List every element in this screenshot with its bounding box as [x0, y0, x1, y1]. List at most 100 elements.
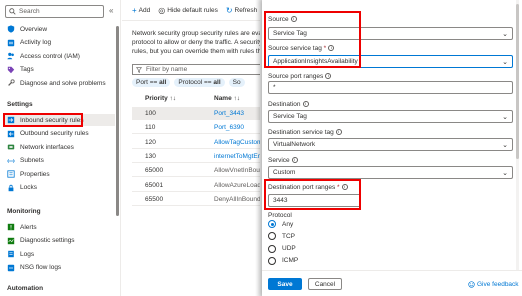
panel-scrollbar-thumb[interactable] — [516, 4, 519, 159]
filter-icon — [136, 66, 142, 73]
activity-log-icon — [7, 39, 15, 47]
sidebar-item-nsg-flow-logs[interactable]: NSG flow logs — [7, 262, 61, 274]
highlight-source — [264, 11, 361, 68]
chevron-down-icon: ⌄ — [502, 142, 508, 149]
sidebar-item-label: Diagnostic settings — [20, 237, 75, 244]
feedback-icon — [468, 281, 475, 288]
protocol-option-label: TCP — [282, 232, 295, 240]
filter-by-name-input[interactable]: Filter by name — [132, 64, 260, 75]
sidebar-item-network-interfaces[interactable]: Network interfaces — [7, 141, 74, 153]
radio-button[interactable] — [268, 220, 276, 228]
sidebar-item-properties[interactable]: Properties — [7, 168, 50, 180]
alert-icon — [7, 223, 15, 231]
rule-name-cell[interactable]: Port_6390 — [214, 124, 244, 131]
sidebar-item-locks[interactable]: Locks — [7, 182, 37, 194]
priority-cell: 100 — [145, 110, 156, 117]
source-filter-pill[interactable]: So — [228, 78, 245, 87]
main-content: + Add ◎ Hide default rules ↻ Refresh Networ… — [122, 0, 260, 296]
sidebar-item-diagnostic-settings[interactable]: Diagnostic settings — [7, 235, 75, 247]
radio-button[interactable] — [268, 232, 276, 241]
info-icon[interactable]: i — [291, 157, 298, 164]
sidebar-item-label: Overview — [20, 25, 48, 33]
rule-name-cell[interactable]: Port_3443 — [214, 110, 244, 117]
table-row[interactable]: 65500 DenyAllInBound — [132, 193, 260, 206]
sidebar-item-alerts[interactable]: Alerts — [7, 221, 37, 233]
refresh-icon: ↻ — [225, 6, 233, 15]
sidebar-item-label: Diagnose and solve problems — [20, 79, 106, 87]
destination-service-tag-dropdown[interactable]: VirtualNetwork ⌄ — [268, 138, 513, 151]
sidebar-item-label: NSG flow logs — [20, 264, 62, 271]
port-filter-pill[interactable]: Port == all — [132, 78, 171, 87]
sidebar-item-label: Network interfaces — [20, 143, 74, 151]
sidebar-item-tags[interactable]: Tags — [7, 64, 34, 76]
protocol-option-any[interactable]: Any — [268, 220, 293, 228]
rule-name-cell[interactable]: internetToMgtEn — [214, 153, 260, 160]
search-icon — [9, 8, 16, 15]
menu-search[interactable] — [5, 5, 104, 18]
add-inbound-rule-panel: Source i Service Tag ⌄ Source service tag … — [262, 0, 522, 296]
resource-menu-sidebar: « Overview Activity log Access control (IA… — [0, 0, 121, 296]
protocol-option-udp[interactable]: UDP — [268, 244, 296, 253]
priority-cell: 65000 — [145, 167, 164, 175]
sidebar-item-logs[interactable]: Logs — [7, 248, 34, 260]
table-row[interactable]: 65000 AllowVnetInBoun — [132, 164, 260, 178]
sidebar-item-label: Outbound security rules — [20, 130, 89, 137]
table-row[interactable]: 130 internetToMgtEn — [132, 150, 260, 163]
table-row[interactable]: 65001 AllowAzureLoadB — [132, 179, 260, 192]
destination-service-tag-label: Destination service tag i — [268, 129, 342, 136]
cancel-button[interactable]: Cancel — [308, 278, 342, 290]
filter-pills: Port == all Protocol == all So — [132, 78, 245, 87]
tag-icon — [7, 66, 15, 74]
radio-button[interactable] — [268, 256, 276, 265]
rule-name-cell[interactable]: AllowTagCustom — [214, 139, 260, 146]
menu-search-input[interactable] — [19, 8, 99, 15]
monitoring-section-header: Monitoring — [7, 208, 41, 215]
toolbar-divider — [122, 20, 260, 21]
highlight-inbound-rules — [3, 113, 83, 127]
properties-icon — [7, 170, 15, 178]
radio-button[interactable] — [268, 244, 276, 253]
chevron-down-icon: ⌄ — [502, 170, 508, 177]
sidebar-scrollbar[interactable] — [116, 26, 119, 216]
rule-name-cell: DenyAllInBound — [214, 195, 260, 203]
source-port-ranges-input[interactable]: * — [268, 81, 513, 94]
sidebar-item-outbound-security-rules[interactable]: Outbound security rules — [7, 128, 89, 140]
priority-cell: 65001 — [145, 181, 164, 189]
refresh-button[interactable]: ↻ Refresh — [226, 6, 257, 15]
info-icon[interactable]: i — [302, 101, 309, 108]
protocol-filter-pill[interactable]: Protocol == all — [174, 78, 225, 87]
sidebar-item-label: Access control (IAM) — [20, 52, 80, 60]
network-interface-icon — [7, 143, 15, 151]
sidebar-item-overview[interactable]: Overview — [7, 23, 47, 35]
protocol-option-icmp[interactable]: ICMP — [268, 256, 298, 265]
protocol-option-tcp[interactable]: TCP — [268, 232, 295, 241]
collapse-menu-button[interactable]: « — [109, 6, 113, 15]
priority-cell: 65500 — [145, 195, 164, 203]
save-button[interactable]: Save — [268, 278, 302, 290]
name-column-header[interactable]: Name ↑↓ — [214, 95, 240, 102]
sidebar-item-access-control-iam[interactable]: Access control (IAM) — [7, 50, 80, 62]
sidebar-item-label: Tags — [20, 66, 34, 73]
add-button[interactable]: + Add — [132, 6, 150, 15]
info-icon[interactable]: i — [335, 129, 342, 136]
table-row[interactable]: 100 Port_3443 — [132, 107, 260, 120]
sidebar-item-diagnose-and-solve-problems[interactable]: Diagnose and solve problems — [7, 77, 106, 89]
service-dropdown[interactable]: Custom ⌄ — [268, 166, 513, 179]
sidebar-item-label: Alerts — [20, 223, 37, 231]
hide-default-rules-button[interactable]: ◎ Hide default rules — [158, 6, 218, 15]
destination-dropdown[interactable]: Service Tag ⌄ — [268, 110, 513, 123]
subnet-icon — [7, 157, 15, 165]
panel-footer: Save Cancel Give feedback — [262, 270, 522, 296]
people-icon — [7, 52, 15, 60]
sidebar-item-subnets[interactable]: Subnets — [7, 155, 44, 167]
command-bar: + Add ◎ Hide default rules ↻ Refresh — [132, 6, 257, 15]
table-row[interactable]: 110 Port_6390 — [132, 121, 260, 135]
sidebar-item-activity-log[interactable]: Activity log — [7, 37, 51, 49]
automation-section-header: Automation — [7, 285, 44, 292]
diagnostic-icon — [7, 237, 15, 245]
destination-label: Destination i — [268, 101, 309, 108]
info-icon[interactable]: i — [325, 73, 332, 80]
give-feedback-link[interactable]: Give feedback — [468, 281, 519, 288]
table-row[interactable]: 120 AllowTagCustom — [132, 136, 260, 149]
priority-column-header[interactable]: Priority ↑↓ — [145, 95, 176, 102]
